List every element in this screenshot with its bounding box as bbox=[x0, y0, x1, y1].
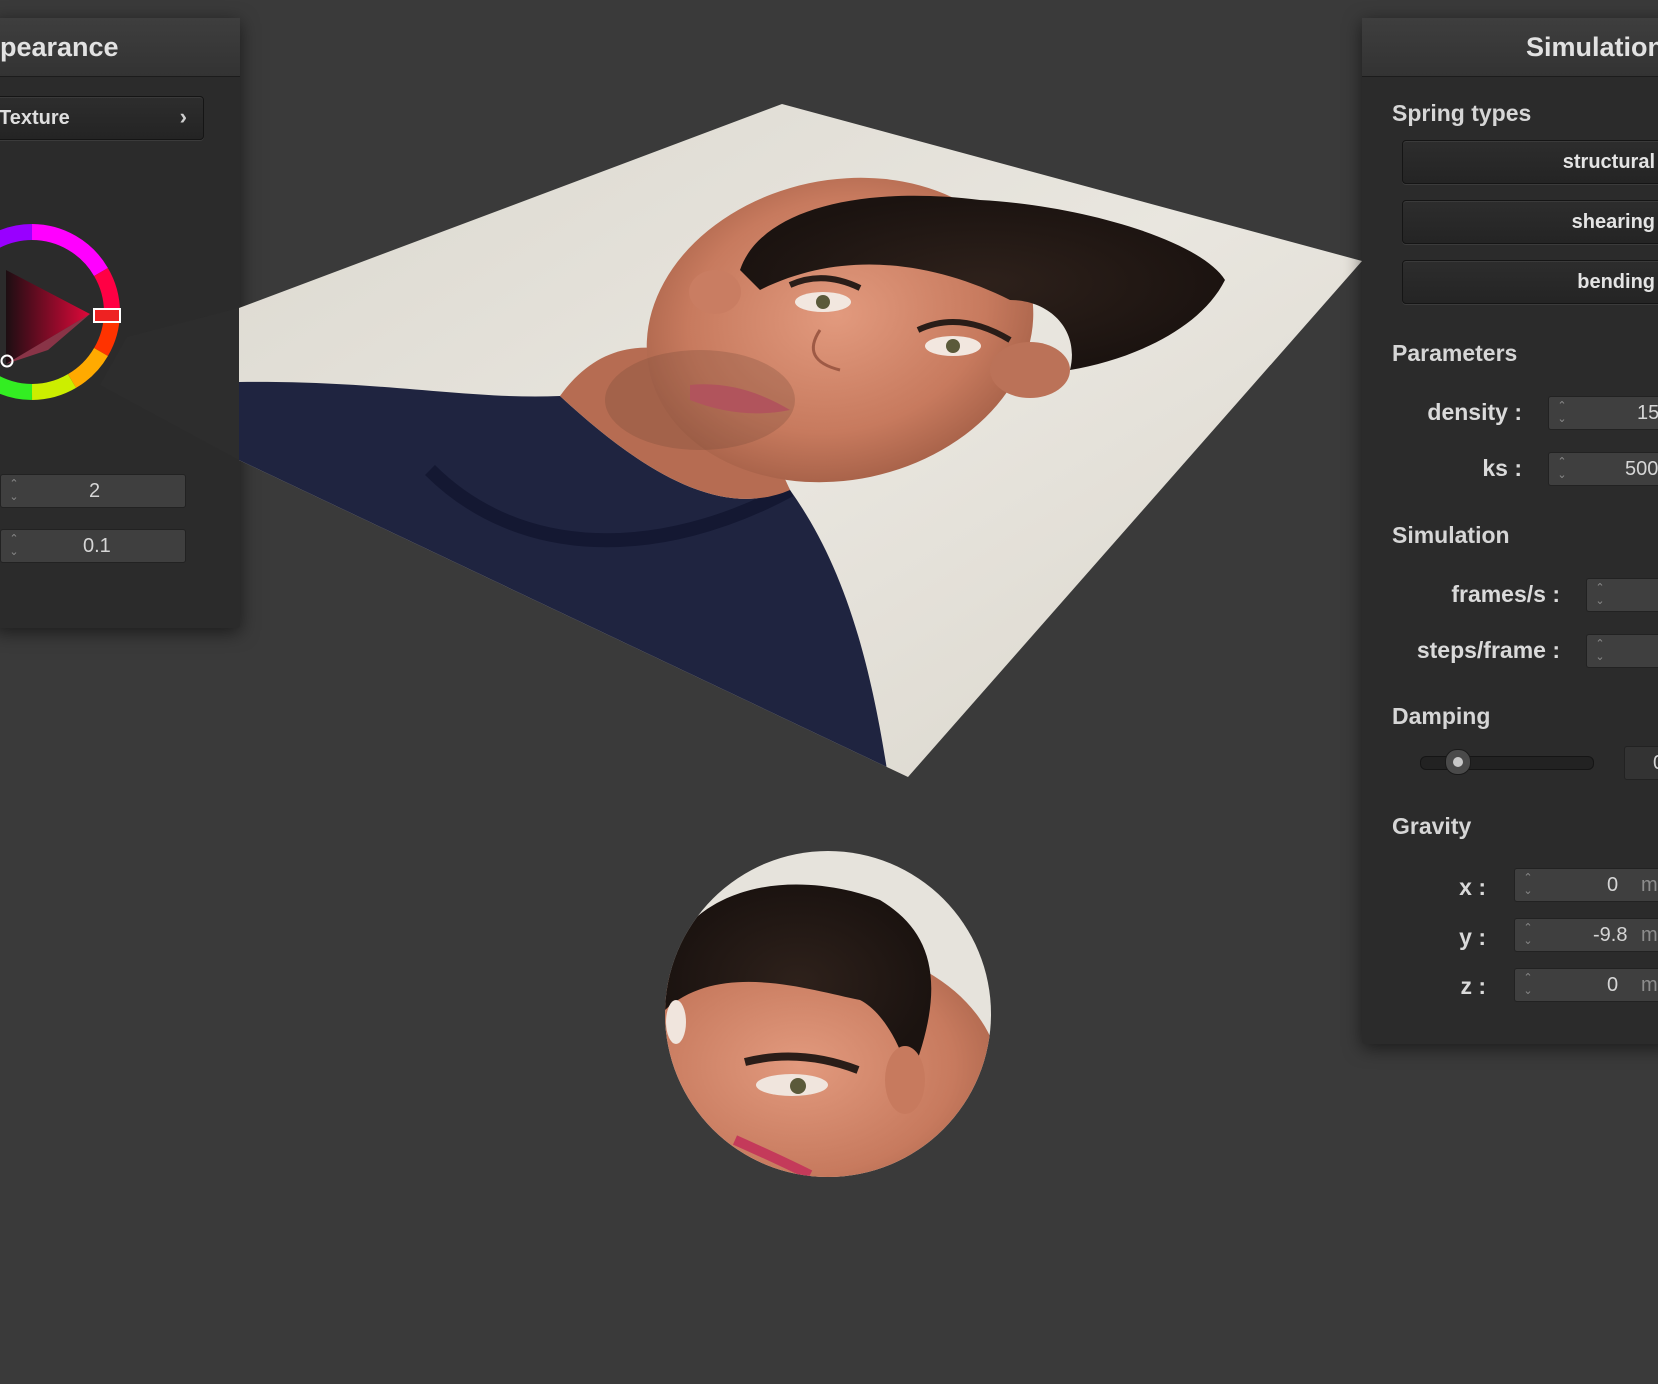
gravity-y-spinbox[interactable]: ⌃ ⌄ -9.8 m bbox=[1514, 918, 1658, 952]
gravity-x-spinbox[interactable]: ⌃ ⌄ 0 m bbox=[1514, 868, 1658, 902]
damping-label: Damping bbox=[1392, 703, 1491, 729]
damping-value: 0 bbox=[1653, 747, 1658, 779]
spin-arrows-icon[interactable]: ⌃ ⌄ bbox=[1521, 872, 1535, 900]
gravity-z-label: z : bbox=[1460, 973, 1486, 999]
density-spinbox[interactable]: ⌃ ⌄ 15 bbox=[1548, 396, 1658, 430]
gravity-z-unit: m bbox=[1641, 974, 1658, 996]
frames-per-second-label: frames/s : bbox=[1451, 581, 1560, 607]
spin-arrows-icon[interactable]: ⌃ ⌄ bbox=[1555, 400, 1569, 428]
simulation-section-label: Simulation bbox=[1392, 522, 1510, 548]
damping-slider[interactable] bbox=[1420, 749, 1594, 775]
shearing-toggle-label: shearing bbox=[1571, 211, 1655, 233]
spin-arrows-icon[interactable]: ⌃ ⌄ bbox=[1593, 582, 1607, 610]
ks-label: ks : bbox=[1482, 455, 1522, 481]
gravity-x-unit: m bbox=[1641, 874, 1658, 896]
density-value: 15 bbox=[1637, 402, 1658, 424]
sphere-object bbox=[665, 851, 991, 1177]
gravity-x-value: 0 bbox=[1607, 874, 1619, 896]
simulation-panel-header[interactable]: Simulation bbox=[1362, 18, 1658, 77]
steps-per-frame-spinbox[interactable]: ⌃ ⌄ bbox=[1586, 634, 1658, 668]
cloth-mesh bbox=[239, 104, 1362, 777]
spin-arrows-icon[interactable]: ⌃ ⌄ bbox=[1521, 972, 1535, 1000]
simulation-panel: Simulation Spring types structural shear… bbox=[1362, 18, 1658, 1044]
simulation-panel-title: Simulation bbox=[1526, 32, 1658, 62]
damping-slider-handle-dot bbox=[1453, 757, 1463, 767]
parameters-label: Parameters bbox=[1392, 340, 1518, 366]
bending-toggle[interactable]: bending bbox=[1402, 260, 1658, 304]
gravity-z-spinbox[interactable]: ⌃ ⌄ 0 m bbox=[1514, 968, 1658, 1002]
density-label: density : bbox=[1427, 399, 1522, 425]
gravity-y-label: y : bbox=[1459, 924, 1486, 950]
spin-arrows-icon[interactable]: ⌃ ⌄ bbox=[1555, 456, 1569, 484]
damping-slider-handle[interactable] bbox=[1445, 749, 1471, 775]
bending-toggle-label: bending bbox=[1577, 271, 1655, 293]
spring-types-label: Spring types bbox=[1392, 100, 1532, 126]
steps-per-frame-label: steps/frame : bbox=[1416, 637, 1560, 663]
gravity-label: Gravity bbox=[1392, 813, 1472, 839]
gravity-y-unit: m bbox=[1641, 924, 1658, 946]
gravity-y-value: -9.8 bbox=[1593, 924, 1628, 946]
shearing-toggle[interactable]: shearing bbox=[1402, 200, 1658, 244]
structural-toggle-label: structural bbox=[1562, 151, 1655, 173]
damping-spinbox[interactable]: 0 bbox=[1624, 746, 1658, 780]
structural-toggle[interactable]: structural bbox=[1402, 140, 1658, 184]
frames-per-second-spinbox[interactable]: ⌃ ⌄ bbox=[1586, 578, 1658, 612]
ks-spinbox[interactable]: ⌃ ⌄ 500 bbox=[1548, 452, 1658, 486]
gravity-x-label: x : bbox=[1459, 874, 1486, 900]
spin-arrows-icon[interactable]: ⌃ ⌄ bbox=[1593, 638, 1607, 666]
ks-value: 500 bbox=[1625, 458, 1658, 480]
gravity-z-value: 0 bbox=[1607, 974, 1619, 996]
spin-arrows-icon[interactable]: ⌃ ⌄ bbox=[1521, 922, 1535, 950]
